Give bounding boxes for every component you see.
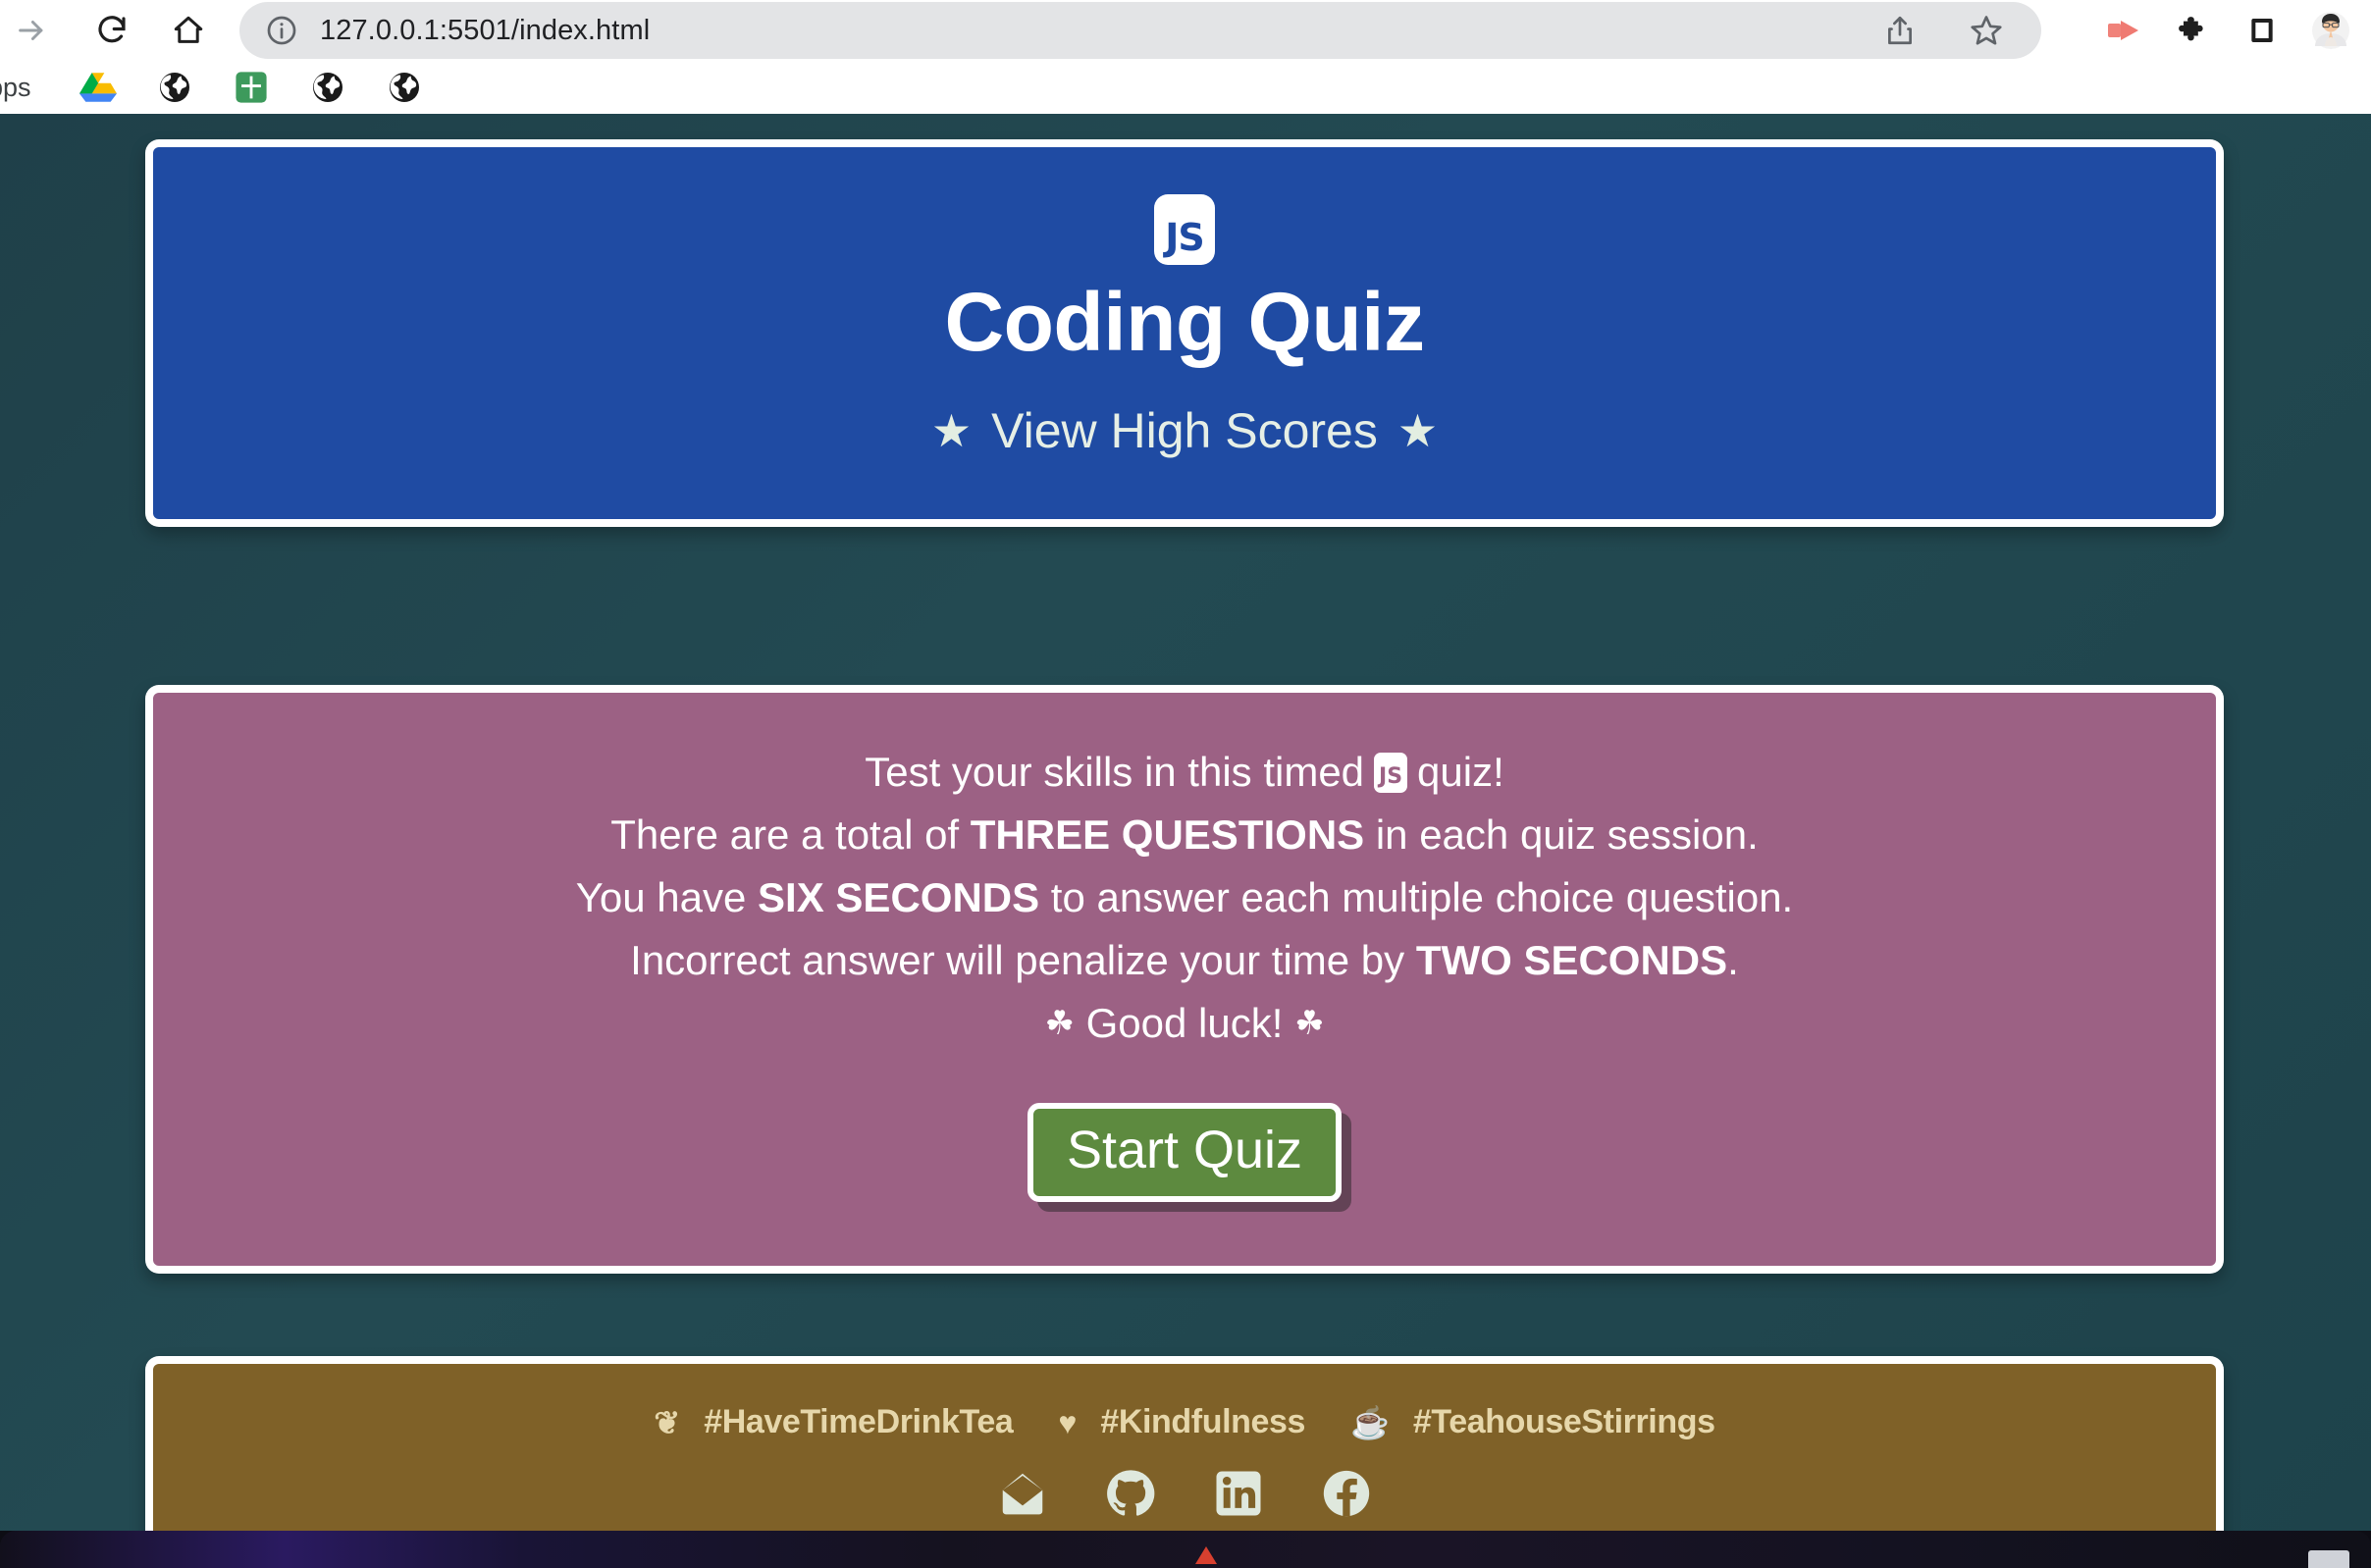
profile-avatar-icon[interactable] bbox=[2296, 2, 2365, 59]
intro-line-1-after: quiz! bbox=[1417, 749, 1504, 795]
intro-line-2-before: There are a total of bbox=[610, 811, 960, 858]
star-left-icon: ★ bbox=[930, 405, 973, 456]
home-icon[interactable] bbox=[161, 3, 216, 58]
side-panel-icon[interactable] bbox=[2228, 2, 2296, 59]
browser-toolbar: 127.0.0.1:5501/index.html bbox=[0, 0, 2371, 61]
hashtag-row: ❦ #HaveTimeDrinkTea ♥ #Kindfulness ☕ #Te… bbox=[654, 1403, 1715, 1441]
leaf-icon: ❦ bbox=[654, 1404, 681, 1440]
intro-line-3-after: to answer each multiple choice question. bbox=[1050, 874, 1794, 920]
star-right-icon: ★ bbox=[1396, 405, 1439, 456]
site-info-icon[interactable] bbox=[265, 14, 298, 47]
red-play-extension-icon[interactable] bbox=[2090, 2, 2159, 59]
bookmark-green-cross-icon[interactable] bbox=[222, 66, 281, 109]
facebook-icon[interactable] bbox=[1320, 1467, 1373, 1520]
intro-line-4: Incorrect answer will penalize your time… bbox=[630, 940, 1739, 981]
bookmark-globe-2-icon[interactable] bbox=[298, 66, 357, 109]
intro-line-2-after: in each quiz session. bbox=[1375, 811, 1759, 858]
heart-icon: ♥ bbox=[1058, 1404, 1078, 1440]
intro-line-1-before: Test your skills in this timed bbox=[865, 749, 1365, 795]
teacup-icon: ☕ bbox=[1350, 1404, 1390, 1440]
page-title: Coding Quiz bbox=[944, 276, 1425, 368]
clover-left-icon: ☘ bbox=[1044, 1005, 1075, 1042]
intro-line-3-before: You have bbox=[575, 874, 747, 920]
bookmark-apps-label[interactable]: pps bbox=[0, 73, 31, 103]
js-logo-icon: JS bbox=[1154, 194, 1215, 265]
footer-card-inner: ❦ #HaveTimeDrinkTea ♥ #Kindfulness ☕ #Te… bbox=[153, 1364, 2216, 1531]
bookmark-google-drive-icon[interactable] bbox=[69, 66, 128, 109]
hashtag-teahouse-stirrings: #TeahouseStirrings bbox=[1412, 1403, 1715, 1440]
page-viewport: JS Coding Quiz ★ View High Scores ★ Test… bbox=[0, 114, 2371, 1531]
intro-line-4-after: . bbox=[1727, 937, 1739, 983]
url-text[interactable]: 127.0.0.1:5501/index.html bbox=[320, 15, 650, 47]
intro-line-4-strong: TWO SECONDS bbox=[1415, 937, 1728, 983]
footer-card: ❦ #HaveTimeDrinkTea ♥ #Kindfulness ☕ #Te… bbox=[145, 1356, 2224, 1531]
js-logo-text: JS bbox=[1165, 216, 1205, 259]
clover-right-icon: ☘ bbox=[1294, 1005, 1325, 1042]
share-icon[interactable] bbox=[1866, 2, 1934, 59]
start-quiz-button[interactable]: Start Quiz bbox=[1027, 1103, 1343, 1202]
js-inline-icon: JS bbox=[1374, 752, 1408, 793]
dock-window-thumbnail[interactable] bbox=[2308, 1550, 2349, 1568]
intro-line-1: Test your skills in this timed JS quiz! bbox=[865, 752, 1504, 793]
hashtag-have-time-drink-tea: #HaveTimeDrinkTea bbox=[704, 1403, 1014, 1440]
intro-line-2-strong: THREE QUESTIONS bbox=[970, 811, 1365, 858]
toolbar-right-icons bbox=[2090, 2, 2371, 59]
bookmarks-bar: pps bbox=[0, 61, 2371, 114]
share-bookmark-group bbox=[1845, 2, 2041, 59]
desktop-dock bbox=[0, 1531, 2371, 1568]
header-card: JS Coding Quiz ★ View High Scores ★ bbox=[145, 139, 2224, 527]
bookmark-globe-1-icon[interactable] bbox=[145, 66, 204, 109]
intro-line-3: You have SIX SECONDS to answer each mult… bbox=[576, 877, 1793, 918]
star-bookmark-icon[interactable] bbox=[1952, 2, 2021, 59]
view-high-scores-link[interactable]: ★ View High Scores ★ bbox=[931, 402, 1438, 459]
main-content-card: Test your skills in this timed JS quiz! … bbox=[145, 685, 2224, 1274]
js-inline-text: JS bbox=[1379, 763, 1403, 789]
reload-icon[interactable] bbox=[84, 3, 139, 58]
intro-line-2: There are a total of THREE QUESTIONS in … bbox=[610, 814, 1759, 856]
email-icon[interactable] bbox=[996, 1467, 1049, 1520]
hashtag-kindfulness: #Kindfulness bbox=[1100, 1403, 1306, 1440]
main-card-inner: Test your skills in this timed JS quiz! … bbox=[153, 693, 2216, 1266]
linkedin-icon[interactable] bbox=[1212, 1467, 1265, 1520]
good-luck-label: Good luck! bbox=[1085, 1000, 1284, 1046]
browser-chrome: 127.0.0.1:5501/index.html ps bbox=[0, 0, 2371, 114]
intro-line-4-before: Incorrect answer will penalize your time… bbox=[630, 937, 1405, 983]
bookmark-globe-3-icon[interactable] bbox=[375, 66, 434, 109]
dock-red-triangle-icon[interactable] bbox=[1195, 1546, 1217, 1564]
address-bar[interactable]: 127.0.0.1:5501/index.html bbox=[239, 2, 2016, 59]
puzzle-piece-icon[interactable] bbox=[2159, 2, 2228, 59]
social-links-row bbox=[996, 1467, 1373, 1520]
header-card-inner: JS Coding Quiz ★ View High Scores ★ bbox=[153, 147, 2216, 519]
intro-line-5: ☘ Good luck! ☘ bbox=[1044, 1003, 1324, 1044]
intro-line-3-strong: SIX SECONDS bbox=[758, 874, 1040, 920]
view-high-scores-label[interactable]: View High Scores bbox=[991, 402, 1378, 459]
forward-arrow-icon[interactable] bbox=[4, 3, 59, 58]
github-icon[interactable] bbox=[1104, 1467, 1157, 1520]
